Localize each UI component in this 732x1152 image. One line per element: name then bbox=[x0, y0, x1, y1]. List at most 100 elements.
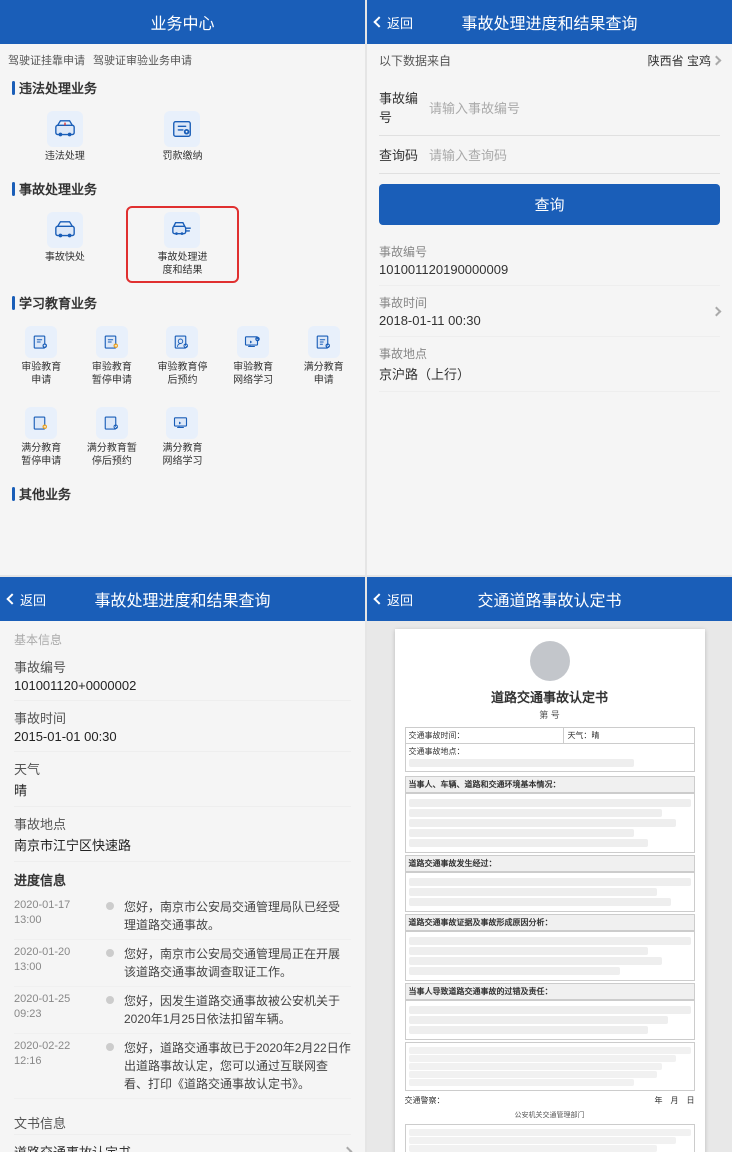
doc-line-u2 bbox=[409, 1137, 677, 1144]
field-weather: 天气 晴 bbox=[14, 752, 351, 807]
panel-business-center: 业务中心 驾驶证挂靠申请 驾驶证审验业务申请 违法处理业务 违法处理 bbox=[0, 0, 365, 575]
doc-line-t2 bbox=[409, 1055, 677, 1062]
accident-id-field-row: 事故编号 请输入事故编号 bbox=[379, 79, 720, 136]
doc-signature-label: 交通警察： bbox=[405, 1095, 445, 1106]
progress-dot-2 bbox=[106, 996, 114, 1004]
region-display[interactable]: 陕西省 宝鸡 bbox=[648, 52, 720, 69]
violation-grid: 违法处理 罚款缴纳 bbox=[0, 101, 365, 173]
doc-responsibility-content bbox=[405, 1000, 695, 1040]
progress-dot-0 bbox=[106, 902, 114, 910]
field-location-val: 南京市江宁区快速路 bbox=[14, 835, 351, 854]
data-source-row: 以下数据来自 陕西省 宝鸡 bbox=[379, 52, 720, 69]
doc-footer-org: 公安机关交通管理部门 bbox=[405, 1110, 695, 1120]
query-code-field-row: 查询码 请输入查询码 bbox=[379, 136, 720, 174]
accident-quick-icon bbox=[47, 212, 83, 248]
top-link-1[interactable]: 驾驶证挂靠申请 bbox=[8, 52, 85, 68]
fine-payment-icon bbox=[164, 111, 200, 147]
result-time-label: 事故时间 bbox=[379, 294, 481, 311]
doc-line-p3 bbox=[409, 819, 677, 827]
result-accident-time[interactable]: 事故时间 2018-01-11 00:30 bbox=[379, 286, 720, 337]
edu-full-label: 满分教育申请 bbox=[304, 361, 344, 387]
accident-grid: 事故快处 事故处理进度和结果 bbox=[0, 202, 365, 287]
back-chevron-3 bbox=[6, 593, 17, 604]
doc-line-u3 bbox=[409, 1145, 657, 1152]
service-violation[interactable]: 违法处理 bbox=[8, 105, 122, 169]
result-accident-id-value: 101001120190000009 bbox=[379, 262, 720, 277]
edu-online-label: 审验教育网络学习 bbox=[233, 361, 273, 387]
field-accident-time: 事故时间 2015-01-01 00:30 bbox=[14, 701, 351, 752]
top-link-2[interactable]: 驾驶证审验业务申请 bbox=[93, 52, 192, 68]
doc-line-location bbox=[409, 759, 635, 767]
top-links: 驾驶证挂靠申请 驾驶证审验业务申请 bbox=[0, 50, 365, 72]
field-weather-val: 晴 bbox=[14, 780, 351, 799]
result-time-value: 2018-01-11 00:30 bbox=[379, 313, 481, 328]
edu-pause-icon bbox=[96, 326, 128, 358]
field-location-key: 事故地点 bbox=[14, 814, 351, 833]
edu-reserve-label: 审验教育停后预约 bbox=[157, 361, 207, 387]
edu-full-pause-label: 满分教育暂停申请 bbox=[21, 442, 61, 468]
header-title-3: 事故处理进度和结果查询 bbox=[94, 587, 270, 611]
service-edu-pause[interactable]: 审验教育暂停申请 bbox=[79, 320, 146, 393]
back-label-3: 返回 bbox=[20, 590, 46, 609]
accident-id-input[interactable]: 请输入事故编号 bbox=[429, 98, 720, 117]
progress-item-1: 2020-01-2013:00 您好，南京市公安局交通管理局正在开展该道路交通事… bbox=[14, 940, 351, 987]
business-center-content: 驾驶证挂靠申请 驾驶证审验业务申请 违法处理业务 违法处理 bbox=[0, 44, 365, 575]
result-accident-id: 事故编号 101001120190000009 bbox=[379, 235, 720, 286]
edu-grid-2: 满分教育暂停申请 满分教育暂停后预约 bbox=[0, 397, 365, 478]
service-edu-reserve[interactable]: 审验教育停后预约 bbox=[149, 320, 216, 393]
service-edu-apply[interactable]: 审验教育申请 bbox=[8, 320, 75, 393]
service-accident-progress[interactable]: 事故处理进度和结果 bbox=[126, 206, 240, 283]
doc-line-s1 bbox=[409, 1006, 691, 1014]
edu-full-pause-icon bbox=[25, 407, 57, 439]
service-fine-label: 罚款缴纳 bbox=[162, 150, 202, 163]
document-paper: 道路交通事故认定书 第 号 交通事故时间： 天气：晴 交通事故地点： 当事人、车… bbox=[395, 629, 705, 1152]
edu-online-icon bbox=[237, 326, 269, 358]
service-accident-quick[interactable]: 事故快处 bbox=[8, 206, 122, 283]
doc-process-content bbox=[405, 872, 695, 912]
doc-line-t1 bbox=[409, 1047, 691, 1054]
back-button-3[interactable]: 返回 bbox=[8, 590, 46, 609]
service-accident-progress-label: 事故处理进度和结果 bbox=[157, 251, 207, 277]
field-accident-id: 事故编号 101001120+0000002 bbox=[14, 650, 351, 701]
progress-time-1: 2020-01-2013:00 bbox=[14, 945, 96, 981]
back-button-2[interactable]: 返回 bbox=[375, 13, 413, 32]
query-code-input[interactable]: 请输入查询码 bbox=[429, 145, 720, 164]
doc-line-q1 bbox=[409, 878, 691, 886]
field-accident-time-key: 事故时间 bbox=[14, 708, 351, 727]
service-edu-online[interactable]: 审验教育网络学习 bbox=[220, 320, 287, 393]
doc-line-r2 bbox=[409, 947, 649, 955]
doc-row-0[interactable]: 道路交通事故认定书 bbox=[14, 1134, 351, 1152]
edu-full-reserve-label: 满分教育暂停后预约 bbox=[87, 442, 137, 468]
doc-section-title: 文书信息 bbox=[14, 1107, 351, 1134]
edu-pause-label: 审验教育暂停申请 bbox=[92, 361, 132, 387]
back-label-4: 返回 bbox=[387, 590, 413, 609]
edu-apply-label: 审验教育申请 bbox=[21, 361, 61, 387]
service-edu-full[interactable]: 满分教育申请 bbox=[290, 320, 357, 393]
doc-line-t5 bbox=[409, 1079, 635, 1086]
header-title-4: 交通道路事故认定书 bbox=[477, 587, 621, 611]
doc-name-0: 道路交通事故认定书 bbox=[14, 1142, 131, 1152]
doc-evidence-content bbox=[405, 931, 695, 981]
service-edu-full-online[interactable]: 满分教育网络学习 bbox=[149, 401, 216, 474]
doc-line-r4 bbox=[409, 967, 621, 975]
data-source-label: 以下数据来自 bbox=[379, 52, 451, 69]
progress-dot-1 bbox=[106, 949, 114, 957]
header-business-center: 业务中心 bbox=[0, 0, 365, 44]
doc-section-parties: 当事人、车辆、道路和交通环境基本情况： bbox=[405, 776, 695, 793]
service-fine[interactable]: 罚款缴纳 bbox=[126, 105, 240, 169]
doc-row-arrow-0 bbox=[343, 1147, 353, 1152]
back-button-4[interactable]: 返回 bbox=[375, 590, 413, 609]
progress-time-0: 2020-01-1713:00 bbox=[14, 898, 96, 934]
query-button[interactable]: 查询 bbox=[379, 184, 720, 225]
doc-line-p4 bbox=[409, 829, 635, 837]
section-label-edu: 学习教育业务 bbox=[0, 287, 365, 316]
document-table: 交通事故时间： 天气：晴 交通事故地点： bbox=[405, 727, 695, 772]
progress-time-2: 2020-01-2509:23 bbox=[14, 992, 96, 1028]
service-violation-label: 违法处理 bbox=[45, 150, 85, 163]
field-location: 事故地点 南京市江宁区快速路 bbox=[14, 807, 351, 862]
service-edu-full-pause[interactable]: 满分教育暂停申请 bbox=[8, 401, 75, 474]
section-label-other: 其他业务 bbox=[0, 478, 365, 507]
edu-full-reserve-icon bbox=[96, 407, 128, 439]
service-edu-full-reserve[interactable]: 满分教育暂停后预约 bbox=[79, 401, 146, 474]
edu-full-online-icon bbox=[166, 407, 198, 439]
